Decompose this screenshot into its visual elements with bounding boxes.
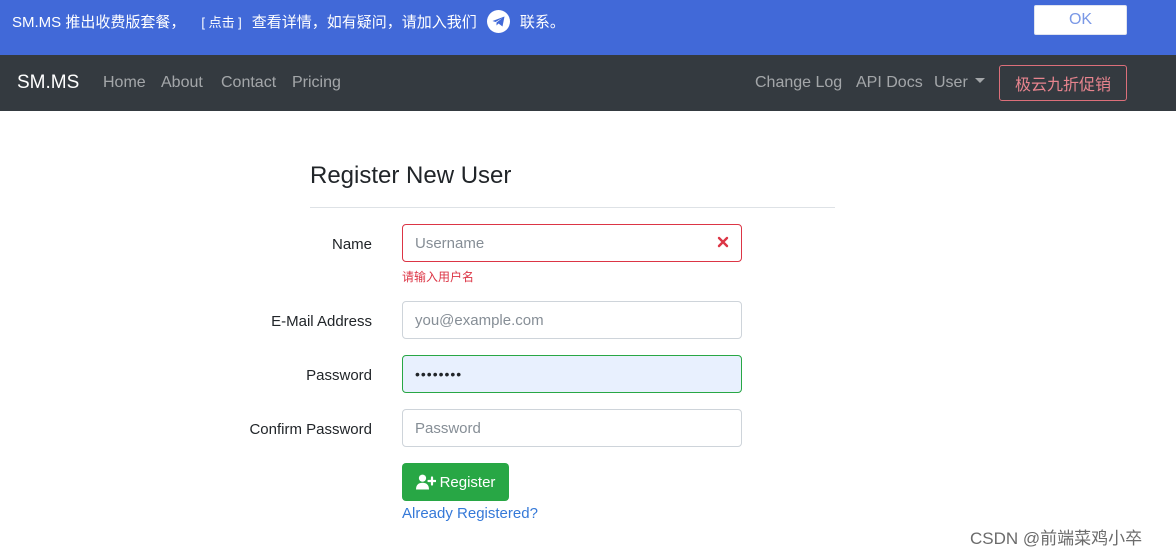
password-label: Password bbox=[306, 367, 372, 384]
name-error-message: 请输入用户名 bbox=[402, 270, 475, 284]
confirm-password-input[interactable]: Password bbox=[402, 409, 742, 447]
confirm-password-label: Confirm Password bbox=[249, 421, 372, 438]
email-label: E-Mail Address bbox=[271, 313, 372, 330]
confirm-password-placeholder: Password bbox=[415, 419, 481, 437]
announcement-text-3: 联系。 bbox=[519, 13, 565, 31]
announcement-message: SM.MS 推出收费版套餐， [ 点击 ] 查看详情，如有疑问，请加入我们 联系… bbox=[12, 9, 565, 33]
register-button[interactable]: Register bbox=[402, 463, 509, 501]
password-value: •••••••• bbox=[415, 366, 463, 382]
password-input[interactable]: •••••••• bbox=[402, 355, 742, 393]
title-divider bbox=[310, 207, 835, 208]
register-label: Register bbox=[439, 473, 496, 491]
name-placeholder: Username bbox=[415, 234, 485, 252]
brand-logo[interactable]: SM.MS bbox=[17, 72, 79, 94]
nav-home[interactable]: Home bbox=[103, 74, 146, 92]
email-input[interactable]: you@example.com bbox=[402, 301, 742, 339]
announcement-text: SM.MS 推出收费版套餐， bbox=[12, 13, 186, 31]
invalid-x-icon bbox=[717, 236, 729, 248]
page-title: Register New User bbox=[310, 162, 512, 189]
watermark: CSDN @前端菜鸡小卒 bbox=[970, 529, 1143, 548]
promo-button[interactable]: 极云九折促销 bbox=[999, 65, 1127, 101]
nav-contact[interactable]: Contact bbox=[221, 74, 276, 92]
nav-user-label: User bbox=[934, 74, 968, 91]
user-plus-icon bbox=[415, 474, 436, 490]
name-label: Name bbox=[331, 236, 372, 253]
nav-pricing[interactable]: Pricing bbox=[292, 74, 341, 92]
telegram-icon[interactable] bbox=[486, 9, 510, 33]
announcement-text-2: 查看详情，如有疑问，请加入我们 bbox=[251, 13, 477, 31]
announcement-details-link[interactable]: [ 点击 ] bbox=[201, 12, 241, 31]
email-placeholder: you@example.com bbox=[415, 311, 544, 329]
ok-button[interactable]: OK bbox=[1034, 5, 1127, 35]
nav-user-dropdown[interactable]: User bbox=[934, 74, 985, 92]
nav-change-log[interactable]: Change Log bbox=[755, 74, 842, 92]
announcement-bar: SM.MS 推出收费版套餐， [ 点击 ] 查看详情，如有疑问，请加入我们 联系… bbox=[0, 0, 1176, 55]
already-registered-link[interactable]: Already Registered? bbox=[402, 505, 538, 522]
chevron-down-icon bbox=[974, 78, 985, 84]
name-input[interactable]: Username bbox=[402, 224, 742, 262]
navbar: SM.MS Home About Contact Pricing Change … bbox=[0, 55, 1176, 111]
nav-about[interactable]: About bbox=[161, 74, 203, 92]
nav-api-docs[interactable]: API Docs bbox=[856, 74, 923, 92]
